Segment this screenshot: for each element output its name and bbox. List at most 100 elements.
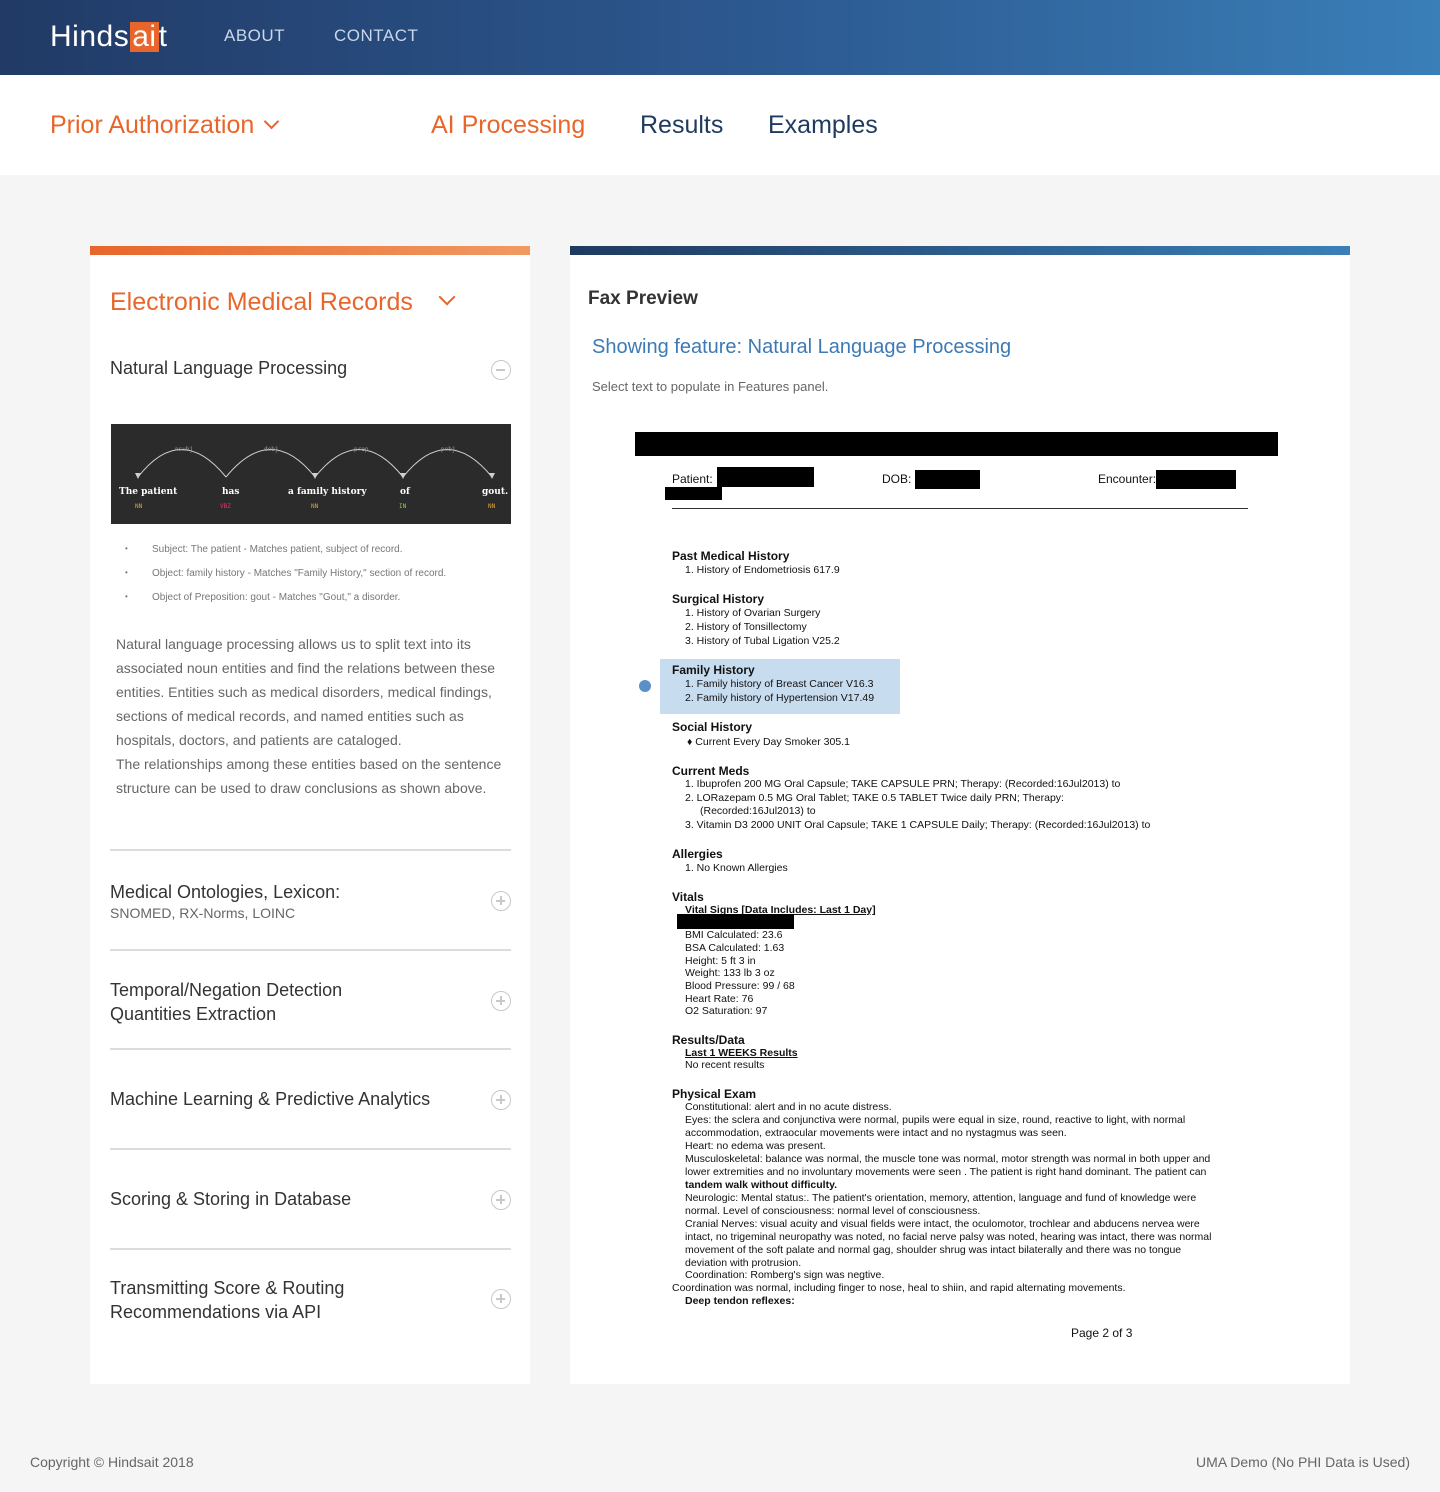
top-navbar: Hinds ai t ABOUT CONTACT: [0, 0, 1440, 75]
nlp-description: Natural language processing allows us to…: [116, 632, 512, 800]
fax-line: 1. No Known Allergies: [685, 862, 788, 874]
expand-plus-icon[interactable]: [491, 1289, 511, 1309]
fax-line: 1. Family history of Breast Cancer V16.3: [685, 678, 874, 690]
divider: [110, 1248, 511, 1250]
panel-accent-bar: [570, 246, 1350, 255]
fax-line: lower extremities and no involuntary mov…: [685, 1166, 1207, 1178]
arc-label: dobj: [264, 446, 279, 453]
arc-label: pobj: [441, 446, 456, 453]
tab-examples[interactable]: Examples: [768, 111, 878, 140]
expand-plus-icon[interactable]: [491, 891, 511, 911]
redaction-bar: [1156, 470, 1236, 489]
divider: [110, 849, 511, 851]
product-dropdown-label: Prior Authorization: [50, 111, 255, 139]
hindsait-logo[interactable]: Hinds ai t: [50, 19, 167, 55]
fax-subheading: Last 1 WEEKS Results: [685, 1047, 798, 1059]
accordion-title: Medical Ontologies, Lexicon:: [110, 882, 341, 902]
token-tag: VBZ: [220, 503, 231, 510]
token-tag: NN: [311, 503, 319, 510]
fax-line: BMI Calculated: 23.6: [685, 929, 783, 941]
fax-section-heading: Results/Data: [672, 1033, 745, 1047]
fax-section-heading: Current Meds: [672, 764, 750, 778]
fax-line: normal. Level of consciousness: normal l…: [685, 1205, 981, 1217]
accordion-ml-header[interactable]: Machine Learning & Predictive Analytics: [110, 1089, 511, 1110]
fax-header-rule: [672, 508, 1248, 509]
fax-line: 1. History of Endometriosis 617.9: [685, 564, 840, 576]
fax-encounter-label: Encounter:: [1098, 472, 1157, 486]
fax-section-heading: Past Medical History: [672, 549, 790, 563]
logo-text-suffix: t: [158, 20, 168, 53]
emr-section-dropdown[interactable]: Electronic Medical Records: [110, 288, 456, 317]
divider: [110, 1148, 511, 1150]
token-word: The patient: [119, 487, 178, 497]
fax-section-heading: Family History: [672, 663, 755, 677]
fax-section-heading: Vitals: [672, 890, 704, 904]
nlp-description-p1: Natural language processing allows us to…: [116, 636, 496, 748]
accordion-title: Machine Learning & Predictive Analytics: [110, 1089, 431, 1109]
list-item: Object of Preposition: gout - Matches "G…: [125, 592, 505, 616]
fax-line: 2. History of Tonsillectomy: [685, 621, 807, 633]
accordion-scoring-header[interactable]: Scoring & Storing in Database: [110, 1189, 511, 1210]
fax-line: Heart: no edema was present.: [685, 1140, 826, 1152]
annotation-marker-dot[interactable]: [639, 680, 651, 692]
fax-line: Height: 5 ft 3 in: [685, 955, 756, 967]
fax-line: Blood Pressure: 99 / 68: [685, 980, 795, 992]
accordion-title-line2: Quantities Extraction: [110, 1004, 277, 1024]
fax-dob-label: DOB:: [882, 472, 912, 486]
redaction-bar: [915, 470, 980, 489]
select-text-hint: Select text to populate in Features pane…: [592, 379, 829, 394]
fax-line: Cranial Nerves: visual acuity and visual…: [685, 1218, 1200, 1230]
fax-line: deviation with protrusion.: [685, 1257, 802, 1269]
token-word: gout.: [482, 487, 509, 497]
fax-line: 2. Family history of Hypertension V17.49: [685, 692, 875, 704]
product-dropdown[interactable]: Prior Authorization: [50, 111, 280, 140]
expand-plus-icon[interactable]: [491, 991, 511, 1011]
nlp-match-list: Subject: The patient - Matches patient, …: [125, 544, 505, 616]
product-subnav: Prior Authorization AI Processing Result…: [0, 75, 1440, 175]
fax-line: movement of the soft palate and normal g…: [685, 1244, 1182, 1256]
token-tag: NN: [135, 503, 143, 510]
redaction-bar: [677, 914, 794, 929]
accordion-title: Temporal/Negation Detection: [110, 980, 343, 1000]
fax-line: Eyes: the sclera and conjunctiva were no…: [685, 1114, 1186, 1126]
fax-preview-panel: Fax Preview Showing feature: Natural Lan…: [570, 246, 1350, 1384]
fax-line: Coordination was normal, including finge…: [672, 1282, 1126, 1294]
arc-label: prep: [354, 446, 369, 453]
tab-results[interactable]: Results: [640, 111, 723, 140]
nlp-description-p2: The relationships among these entities b…: [116, 756, 502, 796]
divider: [110, 949, 511, 951]
accordion-routing-header[interactable]: Transmitting Score & Routing Recommendat…: [110, 1276, 511, 1324]
list-item: Subject: The patient - Matches patient, …: [125, 544, 505, 568]
accordion-temporal-header[interactable]: Temporal/Negation Detection Quantities E…: [110, 978, 511, 1026]
footer-copyright: Copyright © Hindsait 2018: [30, 1454, 194, 1470]
emr-section-title: Electronic Medical Records: [110, 288, 413, 316]
footer-demo-note: UMA Demo (No PHI Data is Used): [1196, 1454, 1410, 1470]
fax-section-heading: Social History: [672, 720, 753, 734]
fax-line: (Recorded:16Jul2013) to: [700, 805, 816, 817]
redaction-bar: [665, 487, 722, 500]
nav-contact-link[interactable]: CONTACT: [334, 26, 418, 46]
divider: [110, 1048, 511, 1050]
accordion-nlp-title: Natural Language Processing: [110, 358, 348, 378]
fax-line: 3. History of Tubal Ligation V25.2: [685, 635, 840, 647]
fax-line: Constitutional: alert and in no acute di…: [685, 1101, 892, 1113]
fax-line: Neurologic: Mental status:. The patient'…: [685, 1192, 1197, 1204]
fax-document[interactable]: Patient: DOB: Encounter: Past Medical Hi…: [630, 426, 1290, 1381]
accordion-ontologies-header[interactable]: Medical Ontologies, Lexicon: SNOMED, RX-…: [110, 882, 511, 921]
fax-line: BSA Calculated: 1.63: [685, 942, 785, 954]
accordion-title: Scoring & Storing in Database: [110, 1189, 352, 1209]
expand-plus-icon[interactable]: [491, 1190, 511, 1210]
fax-line: Coordination: Romberg's sign was negtive…: [685, 1269, 885, 1281]
redaction-bar: [635, 432, 1278, 456]
panel-accent-bar: [90, 246, 530, 255]
nav-about-link[interactable]: ABOUT: [224, 26, 285, 46]
chevron-down-icon: [264, 113, 280, 130]
feature-showing-label: Showing feature: Natural Language Proces…: [592, 336, 1012, 358]
collapse-minus-icon[interactable]: [491, 360, 511, 380]
redaction-bar: [717, 467, 814, 487]
accordion-title: Transmitting Score & Routing: [110, 1278, 345, 1298]
expand-plus-icon[interactable]: [491, 1090, 511, 1110]
tab-ai-processing[interactable]: AI Processing: [431, 111, 585, 140]
accordion-nlp-header[interactable]: Natural Language Processing: [110, 358, 511, 380]
dependency-parse-diagram: nsubj dobj prep pobj The patient has a f…: [111, 424, 511, 524]
